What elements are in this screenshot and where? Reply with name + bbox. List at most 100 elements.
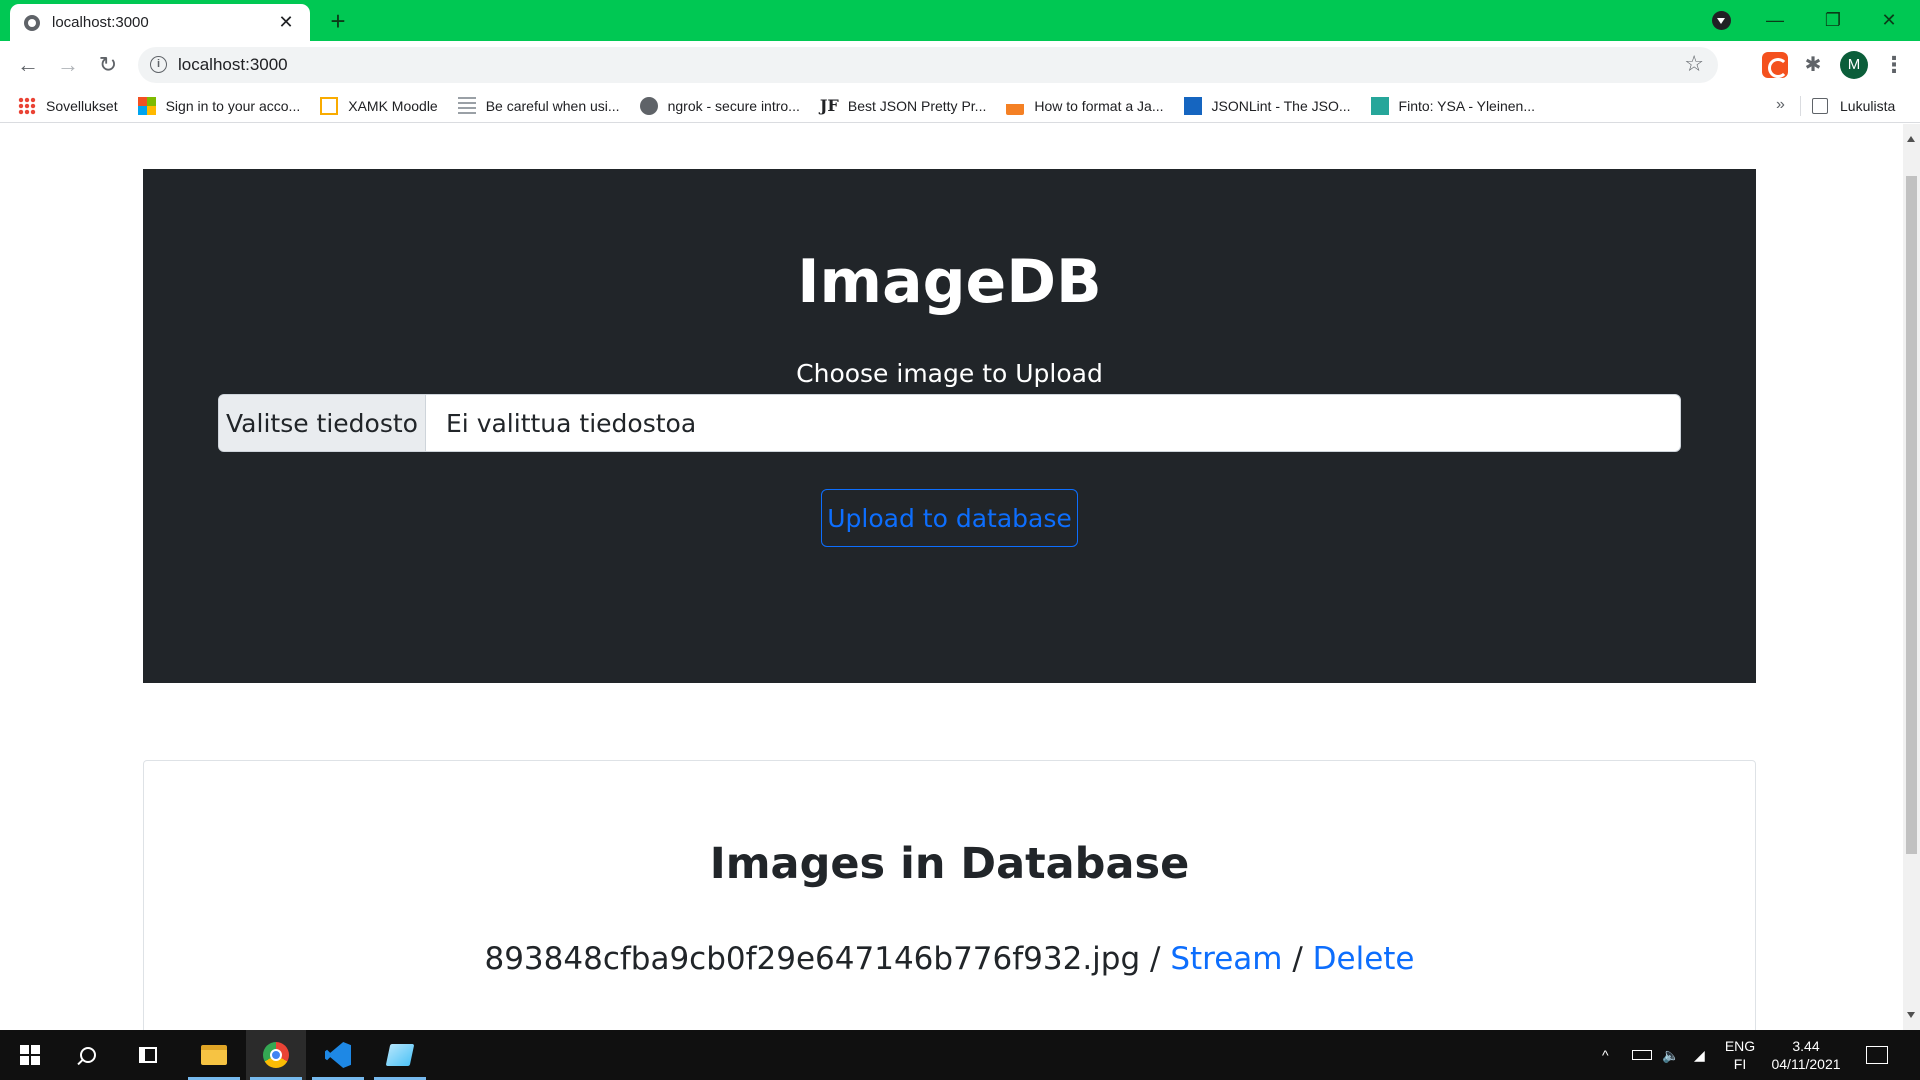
volume-icon[interactable]: 🔈 [1662,1030,1679,1080]
chrome-icon [263,1042,289,1068]
scroll-up-arrow-icon[interactable] [1907,136,1915,142]
keyboard-layout: FI [1733,1056,1747,1072]
reload-icon[interactable]: ↻ [92,49,124,81]
browser-menu-icon[interactable]: ⋮ [1882,49,1906,81]
start-button[interactable] [0,1030,60,1080]
browser-tab[interactable]: localhost:3000 ✕ [10,4,310,41]
back-arrow-icon[interactable]: ← [12,49,44,81]
browser-titlebar: localhost:3000 ✕ + — ❐ ✕ [0,0,1920,41]
jf-icon: JF [819,95,839,115]
address-bar-url[interactable]: localhost:3000 [178,55,288,75]
separator: / [1282,941,1313,977]
globe-icon [639,96,658,115]
page-viewport: ImageDB Choose image to Upload Valitse t… [0,124,1903,1030]
stackoverflow-icon [1006,96,1025,115]
close-tab-icon[interactable]: ✕ [276,12,296,33]
chrome-taskbar-button[interactable] [246,1030,306,1080]
minimize-button[interactable]: — [1752,0,1798,41]
choose-file-button[interactable]: Valitse tiedosto [219,395,426,451]
jsonlint-icon [1183,96,1202,115]
notifications-icon[interactable] [1866,1046,1888,1064]
delete-link[interactable]: Delete [1313,941,1415,977]
bookmark-item[interactable]: XAMK Moodle [320,96,438,115]
wifi-icon[interactable]: ◢ [1694,1030,1705,1080]
reading-list-label: Lukulista [1840,98,1896,114]
file-status: Ei valittua tiedostoa [446,408,697,438]
scrollbar-thumb[interactable] [1906,176,1917,854]
page-scrollbar[interactable] [1903,124,1920,1030]
upload-section: ImageDB Choose image to Upload Valitse t… [143,169,1756,683]
bookmark-label: ngrok - secure intro... [667,97,800,114]
bookmark-item[interactable]: JSONLint - The JSO... [1183,96,1351,115]
forward-arrow-icon[interactable]: → [52,49,84,81]
browser-toolbar: ← → ↻ i localhost:3000 ☆ ✱ M ⋮ [0,41,1920,89]
bookmark-label: How to format a Ja... [1034,97,1164,114]
clock-date: 04/11/2021 [1771,1056,1841,1072]
clock-time: 3.44 [1792,1038,1820,1054]
reading-list-button[interactable]: Lukulista [1812,89,1895,123]
page-title: ImageDB [797,247,1102,317]
upload-button[interactable]: Upload to database [821,489,1078,547]
battery-icon[interactable] [1632,1050,1652,1060]
extensions-puzzle-icon[interactable]: ✱ [1800,52,1826,78]
search-icon [80,1047,96,1063]
new-tab-button[interactable]: + [322,6,354,38]
bookmarks-divider [1800,96,1801,116]
image-entry: 893848cfba9cb0f29e647146b776f932.jpg / S… [144,941,1755,977]
images-title: Images in Database [709,839,1190,889]
bookmark-label: Sign in to your acco... [165,97,301,114]
bookmark-label: XAMK Moodle [348,97,438,114]
task-view-button[interactable] [118,1030,178,1080]
vscode-taskbar-button[interactable] [308,1030,368,1080]
bookmark-item[interactable]: JF Best JSON Pretty Pr... [819,95,987,115]
restore-button[interactable]: ❐ [1810,0,1856,41]
windows-taskbar: ^ 🔈 ◢ ENG FI 3.44 04/11/2021 [0,1030,1920,1080]
clock[interactable]: 3.44 04/11/2021 [1768,1030,1844,1080]
address-bar[interactable]: i localhost:3000 ☆ [138,47,1718,83]
bookmark-label: Finto: YSA - Yleinen... [1398,97,1535,114]
tab-title: localhost:3000 [52,14,149,31]
finto-icon [1370,96,1389,115]
bookmark-label: Be careful when usi... [485,97,620,114]
more-bookmarks-icon[interactable]: » [1776,96,1785,114]
file-input[interactable]: Valitse tiedosto Ei valittua tiedostoa [218,394,1681,452]
images-card: Images in Database 893848cfba9cb0f29e647… [143,760,1756,1030]
bookmark-item[interactable]: How to format a Ja... [1006,96,1164,115]
lines-icon [457,96,476,115]
bookmark-item[interactable]: Finto: YSA - Yleinen... [1370,96,1535,115]
bookmark-item[interactable]: Sovellukset [18,96,118,115]
search-button[interactable] [58,1030,118,1080]
stream-link[interactable]: Stream [1170,941,1282,977]
reading-list-icon [1812,98,1828,114]
scroll-down-arrow-icon[interactable] [1907,1012,1915,1018]
profile-avatar[interactable]: M [1840,51,1868,79]
bookmark-label: Best JSON Pretty Pr... [847,97,987,114]
separator: / [1140,941,1171,977]
app-icon [385,1044,415,1066]
bookmark-star-icon[interactable]: ☆ [1684,51,1704,77]
site-info-icon[interactable]: i [150,56,167,73]
folder-icon [201,1045,227,1065]
microsoft-icon [137,96,156,115]
task-view-icon [139,1047,157,1063]
bookmarks-bar: Sovellukset Sign in to your acco... XAMK… [0,89,1920,123]
language-code: ENG [1724,1038,1756,1054]
file-explorer-button[interactable] [184,1030,244,1080]
bookmark-item[interactable]: Sign in to your acco... [137,96,301,115]
bookmark-item[interactable]: ngrok - secure intro... [639,96,800,115]
app-taskbar-button[interactable] [370,1030,430,1080]
vscode-icon [325,1042,351,1068]
apps-grid-icon [18,96,36,115]
upload-label: Choose image to Upload [796,359,1103,388]
bookmark-label: JSONLint - The JSO... [1211,97,1351,114]
bookmark-item[interactable]: Be careful when usi... [457,96,620,115]
close-window-button[interactable]: ✕ [1866,0,1912,41]
extension-icon[interactable] [1762,52,1788,78]
windows-logo-icon [20,1045,40,1065]
show-hidden-icons-icon[interactable]: ^ [1602,1030,1609,1080]
input-language[interactable]: ENG FI [1722,1030,1758,1080]
moodle-icon [320,96,339,115]
bookmark-label: Sovellukset [46,97,118,114]
globe-icon [24,14,40,31]
tab-search-icon[interactable] [1712,11,1731,30]
